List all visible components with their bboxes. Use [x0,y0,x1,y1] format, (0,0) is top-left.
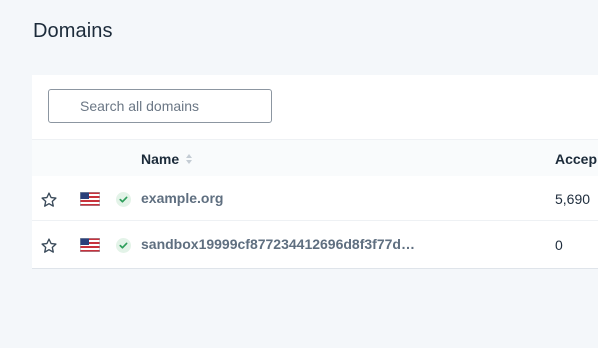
page-title: Domains [33,20,113,42]
star-icon[interactable] [40,237,58,255]
star-icon[interactable] [40,191,58,209]
verified-icon [116,192,131,207]
table-header: Name Accep [32,139,598,176]
us-flag-icon [80,238,100,252]
domain-link[interactable]: example.org [141,190,223,206]
domain-link[interactable]: sandbox19999cf877234412696d8f3f77d… [141,236,415,252]
column-header-name[interactable]: Name [141,151,179,167]
search-input[interactable] [49,90,271,122]
us-flag-icon [80,192,100,206]
table-row: sandbox19999cf877234412696d8f3f77d… 0 [32,222,598,267]
domains-page: Domains Name Accep [0,0,598,348]
domains-card: Name Accep [32,75,598,269]
table-row: example.org 5,690 [32,176,598,221]
search-box[interactable] [48,89,272,123]
accepted-count: 5,690 [555,191,591,207]
sort-icon[interactable] [185,153,193,165]
verified-icon [116,238,131,253]
column-header-accepted[interactable]: Accep [555,151,597,167]
accepted-count: 0 [555,237,563,253]
